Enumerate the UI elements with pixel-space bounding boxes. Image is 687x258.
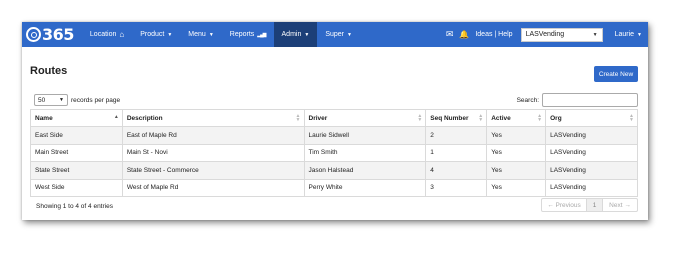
cell-seq-number: 4 — [425, 161, 488, 180]
column-header-active[interactable]: Active ▲ ▼ — [486, 109, 547, 127]
chevron-down-icon: ▼ — [347, 31, 352, 38]
nav-admin-label: Admin — [281, 31, 302, 38]
nav-location[interactable]: Location ⌂ — [82, 22, 132, 47]
cell-active: Yes — [486, 161, 547, 180]
column-header-label: Org — [550, 114, 562, 122]
search-label: Search: — [516, 96, 539, 104]
records-per-page-value: 50 — [38, 96, 46, 104]
cell-org: LASVending — [545, 143, 638, 162]
column-header-label: Active — [491, 114, 511, 122]
sort-icon: ▲ ▼ — [629, 113, 634, 123]
bell-icon[interactable]: 🔔 — [459, 30, 469, 39]
search-box: Search: — [517, 93, 638, 107]
cell-name: State Street — [30, 161, 123, 180]
sort-ascending-icon: ▲ — [113, 114, 119, 120]
records-per-page: 50 ▼ records per page — [34, 94, 120, 106]
mail-icon[interactable]: ✉ — [446, 29, 454, 40]
user-name: Laurie — [614, 31, 635, 38]
create-new-button[interactable]: Create New — [594, 66, 638, 82]
chevron-down-icon: ▼ — [208, 31, 214, 38]
column-header-label: Description — [126, 114, 163, 122]
nav-menu-label: Menu — [188, 31, 206, 38]
navbar-right: ✉ 🔔 Ideas | Help LASVending ▼ Laurie ▼ — [446, 22, 648, 47]
cell-description: West of Maple Rd — [121, 178, 305, 197]
page-title: Routes — [30, 65, 68, 77]
cell-org: LASVending — [545, 161, 638, 180]
bar-chart-icon: ▂▄▆ — [257, 31, 266, 38]
cell-seq-number: 3 — [425, 178, 488, 197]
brand-logo[interactable]: 365 — [22, 22, 82, 47]
column-header-name[interactable]: Name ▲ — [30, 109, 123, 127]
cell-org: LASVending — [545, 126, 638, 145]
nav-product-label: Product — [140, 31, 165, 38]
next-page-button[interactable]: Next → — [603, 199, 637, 211]
table-row[interactable]: State Street State Street - Commerce Jas… — [30, 161, 638, 180]
cell-description: Main St - Novi — [121, 143, 305, 162]
page-1-button[interactable]: 1 — [587, 199, 603, 211]
table-row[interactable]: East Side East of Maple Rd Laurie Sidwel… — [30, 126, 638, 145]
cell-org: LASVending — [545, 178, 638, 197]
chevron-down-icon: ▼ — [592, 31, 598, 38]
table-info: Showing 1 to 4 of 4 entries — [36, 203, 113, 210]
nav-location-label: Location — [89, 31, 117, 38]
nav-product[interactable]: Product ▼ — [132, 22, 180, 47]
column-header-org[interactable]: Org ▲ ▼ — [545, 109, 638, 127]
cell-name: Main Street — [30, 143, 123, 162]
sort-icon: ▲ ▼ — [295, 113, 301, 123]
top-navbar: 365 Location ⌂ Product ▼ Menu ▼ Reports … — [22, 22, 648, 47]
cell-driver: Perry White — [303, 178, 427, 197]
logo-ring-icon — [26, 27, 41, 42]
sort-icon: ▲ ▼ — [417, 113, 423, 123]
cell-driver: Laurie Sidwell — [303, 126, 427, 145]
nav-reports[interactable]: Reports ▂▄▆ — [222, 22, 274, 47]
org-select-value: LASVending — [525, 31, 565, 38]
cell-seq-number: 2 — [425, 126, 488, 145]
column-header-driver[interactable]: Driver ▲ ▼ — [303, 109, 427, 127]
cell-name: West Side — [30, 178, 123, 197]
ideas-help-link[interactable]: Ideas | Help — [475, 31, 512, 38]
chevron-down-icon: ▼ — [167, 31, 173, 38]
nav-reports-label: Reports — [229, 31, 255, 38]
column-header-description[interactable]: Description ▲ ▼ — [121, 109, 305, 127]
cell-description: State Street - Commerce — [121, 161, 305, 180]
previous-page-button[interactable]: ← Previous — [542, 199, 587, 211]
cell-description: East of Maple Rd — [121, 126, 305, 145]
cell-name: East Side — [30, 126, 123, 145]
records-per-page-select[interactable]: 50 ▼ — [34, 94, 68, 106]
column-header-label: Seq Number — [430, 114, 469, 122]
chevron-down-icon: ▼ — [59, 97, 64, 103]
app-window: 365 Location ⌂ Product ▼ Menu ▼ Reports … — [22, 22, 648, 220]
table-row[interactable]: Main Street Main St - Novi Tim Smith 1 Y… — [30, 143, 638, 162]
column-header-label: Driver — [308, 114, 328, 122]
cell-active: Yes — [486, 126, 547, 145]
chevron-down-icon: ▼ — [304, 31, 310, 38]
brand-name: 365 — [42, 25, 74, 44]
records-per-page-label: records per page — [71, 96, 121, 104]
user-menu[interactable]: Laurie ▼ — [615, 31, 642, 38]
home-icon: ⌂ — [119, 30, 125, 39]
table-header-row: Name ▲ Description ▲ ▼ Driver ▲ ▼ Seq Number ▲… — [30, 109, 638, 127]
sort-icon: ▲ ▼ — [478, 113, 484, 123]
table-row[interactable]: West Side West of Maple Rd Perry White 3… — [30, 178, 638, 197]
cell-active: Yes — [486, 143, 547, 162]
cell-active: Yes — [486, 178, 547, 197]
pagination: ← Previous 1 Next → — [541, 198, 638, 212]
nav-menu[interactable]: Menu ▼ — [180, 22, 221, 47]
cell-driver: Tim Smith — [303, 143, 427, 162]
chevron-down-icon: ▼ — [637, 32, 642, 38]
nav-super-label: Super — [325, 31, 344, 38]
column-header-label: Name — [35, 114, 53, 122]
nav-admin[interactable]: Admin ▼ — [273, 22, 318, 47]
sort-icon: ▲ ▼ — [537, 113, 543, 123]
search-input[interactable] — [542, 93, 638, 107]
routes-table: Name ▲ Description ▲ ▼ Driver ▲ ▼ Seq Number ▲… — [30, 109, 638, 197]
column-header-seq-number[interactable]: Seq Number ▲ ▼ — [425, 109, 488, 127]
nav-super[interactable]: Super ▼ — [317, 22, 360, 47]
org-select[interactable]: LASVending ▼ — [520, 27, 603, 42]
cell-driver: Jason Halstead — [303, 161, 427, 180]
cell-seq-number: 1 — [425, 143, 488, 162]
